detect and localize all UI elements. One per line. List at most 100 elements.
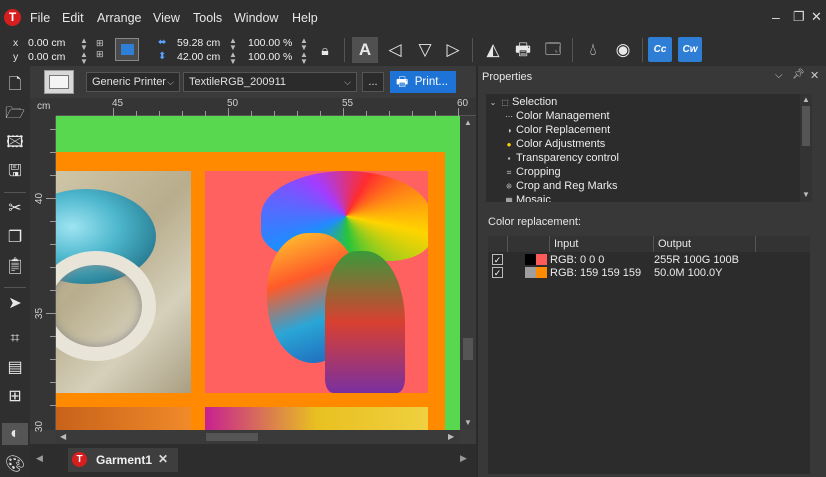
x-field[interactable]: 0.00 cm xyxy=(28,37,65,49)
close-icon[interactable]: ✕ xyxy=(811,9,822,25)
print-setup-icon[interactable]: 🖶︎ xyxy=(510,37,536,63)
paste-icon[interactable]: 📋︎ xyxy=(4,256,26,278)
printer-select[interactable]: Generic Printer ⌵ xyxy=(86,72,180,92)
expand-icon[interactable]: ⌄ xyxy=(488,98,498,107)
preview-icon[interactable]: 🗔︎ xyxy=(540,37,566,63)
copy-icon[interactable]: ❐ xyxy=(4,227,26,249)
cc-button[interactable]: Cc xyxy=(648,37,672,62)
output-color-swatch[interactable] xyxy=(536,254,547,265)
output-color-swatch[interactable] xyxy=(536,267,547,278)
restore-icon[interactable]: ❐ xyxy=(793,9,805,25)
row-checkbox[interactable]: ✓ xyxy=(492,267,503,278)
crop-icon[interactable]: ⌗ xyxy=(4,328,26,350)
printer-small-icon: 🖶︎ xyxy=(396,74,409,89)
width-spin-icon[interactable]: ▲ ▼ xyxy=(229,37,237,52)
y-spin-icon[interactable]: ▲ ▼ xyxy=(80,51,88,66)
tree-scroll-down-icon[interactable]: ▼ xyxy=(802,190,810,199)
tree-scrollbar[interactable]: ▲ ▼ xyxy=(800,94,812,202)
horizontal-scrollbar[interactable]: ◀ ▶ xyxy=(56,430,460,444)
tree-item-color-adjustments[interactable]: ● Color Adjustments xyxy=(504,138,606,150)
mirror-icon[interactable]: ◭ xyxy=(480,37,506,63)
panel-menu-icon[interactable]: ⌵ xyxy=(775,70,783,81)
tree-scroll-thumb[interactable] xyxy=(802,106,810,146)
menu-help[interactable]: Help xyxy=(292,11,318,25)
orient-up-icon[interactable]: A xyxy=(352,37,378,63)
tree-item-mosaic[interactable]: ▦ Mosaic xyxy=(504,194,551,202)
grid-icon[interactable]: ⊞ xyxy=(4,386,26,408)
tab-scroll-right-icon[interactable]: ▶ xyxy=(460,453,467,464)
column-header-output[interactable]: Output xyxy=(654,236,756,252)
tree-item-selection[interactable]: ⌄ ⬚ Selection xyxy=(488,96,558,108)
input-color-swatch[interactable] xyxy=(525,254,536,265)
tree-item-transparency[interactable]: ▪ Transparency control xyxy=(504,152,619,164)
tree-item-color-management[interactable]: ⋯ Color Management xyxy=(504,110,610,122)
vertical-scrollbar[interactable]: ▲ ▼ xyxy=(460,116,476,430)
scale-y-spin-icon[interactable]: ▲ ▼ xyxy=(300,51,308,66)
menu-edit[interactable]: Edit xyxy=(62,11,84,25)
scale-x-field[interactable]: 100.00 % xyxy=(248,37,292,49)
scale-x-spin-icon[interactable]: ▲ ▼ xyxy=(300,37,308,52)
orient-left-icon[interactable]: ◁ xyxy=(382,37,408,63)
tab-scroll-left-icon[interactable]: ◀ xyxy=(36,453,43,464)
document-tab[interactable]: T Garment1 ✕ xyxy=(68,448,178,472)
horizontal-scroll-thumb[interactable] xyxy=(206,433,258,441)
portrait-photo[interactable] xyxy=(205,171,428,393)
menu-tools[interactable]: Tools xyxy=(193,11,222,25)
column-header-input[interactable]: Input xyxy=(550,236,654,252)
y-field[interactable]: 0.00 cm xyxy=(28,51,65,63)
save-icon[interactable]: 🖫 xyxy=(4,161,26,183)
cut-icon[interactable]: ✂ xyxy=(4,198,26,220)
scroll-left-icon[interactable]: ◀ xyxy=(60,432,66,441)
tree-scroll-up-icon[interactable]: ▲ xyxy=(802,95,810,104)
color-tool-icon[interactable]: ◐ xyxy=(2,423,28,445)
link-position-icon[interactable]: ⊞ ⊞ xyxy=(96,38,104,60)
x-spin-icon[interactable]: ▲ ▼ xyxy=(80,37,88,52)
color-replacement-label: Color replacement: xyxy=(488,216,581,228)
scroll-right-icon[interactable]: ▶ xyxy=(448,432,454,441)
cw-button[interactable]: Cw xyxy=(678,37,702,62)
cropping-icon: ⌗ xyxy=(506,168,512,177)
print-button[interactable]: 🖶︎ Print... xyxy=(390,71,456,93)
tile-icon[interactable]: ▤ xyxy=(4,357,26,379)
height-field[interactable]: 42.00 cm xyxy=(177,51,220,63)
menu-file[interactable]: File xyxy=(30,11,50,25)
x-label: x xyxy=(13,37,19,49)
mosaic-icon: ▦ xyxy=(505,196,513,202)
scroll-up-icon[interactable]: ▲ xyxy=(464,118,472,127)
menu-view[interactable]: View xyxy=(153,11,180,25)
design-canvas[interactable] xyxy=(56,116,460,430)
input-color-swatch[interactable] xyxy=(525,267,536,278)
pin-icon[interactable]: 📌︎ xyxy=(792,69,805,80)
pointer-icon[interactable]: ➤ xyxy=(4,293,26,315)
open-folder-icon[interactable]: 🗁 xyxy=(4,103,26,125)
scale-y-field[interactable]: 100.00 % xyxy=(248,51,292,63)
tree-item-cropping[interactable]: ⌗ Cropping xyxy=(504,166,561,178)
lock-icon[interactable]: 🔒︎ xyxy=(312,37,338,63)
orient-right-icon[interactable]: ▷ xyxy=(440,37,466,63)
more-options-button[interactable]: ... xyxy=(362,72,384,92)
panel-close-icon[interactable]: ✕ xyxy=(810,69,819,82)
anchor-position-icon[interactable] xyxy=(115,38,139,61)
scroll-down-icon[interactable]: ▼ xyxy=(464,418,472,427)
menu-window[interactable]: Window xyxy=(234,11,278,25)
row-checkbox[interactable]: ✓ xyxy=(492,254,503,265)
left-toolbar: 🗋 🗁 🖾 🖫 ✂ ❐ 📋︎ ➤ ⌗ ▤ ⊞ ◐ 🎨︎ xyxy=(0,66,30,477)
minimize-icon[interactable]: – xyxy=(772,9,780,25)
ring-photo[interactable] xyxy=(56,171,191,393)
app-logo: T xyxy=(4,9,21,26)
close-tab-icon[interactable]: ✕ xyxy=(158,452,168,466)
printer-icon[interactable] xyxy=(44,70,74,94)
orient-down-icon[interactable]: ▽ xyxy=(412,37,438,63)
add-image-icon[interactable]: 🖾 xyxy=(4,132,26,154)
tree-item-color-replacement[interactable]: ◑ Color Replacement xyxy=(504,124,611,136)
width-field[interactable]: 59.28 cm xyxy=(177,37,220,49)
tree-item-crop-marks[interactable]: ⁜ Crop and Reg Marks xyxy=(504,180,618,192)
palette-icon[interactable]: 🎨︎ xyxy=(4,454,26,476)
vertical-scroll-thumb[interactable] xyxy=(463,338,473,360)
ink-drop-icon[interactable]: 💧︎ xyxy=(580,37,606,63)
profile-select[interactable]: TextileRGB_200911 ⌵ xyxy=(183,72,357,92)
new-file-icon[interactable]: 🗋 xyxy=(4,74,26,96)
height-spin-icon[interactable]: ▲ ▼ xyxy=(229,51,237,66)
webcam-icon[interactable]: ◉ xyxy=(610,37,636,63)
menu-arrange[interactable]: Arrange xyxy=(97,11,141,25)
